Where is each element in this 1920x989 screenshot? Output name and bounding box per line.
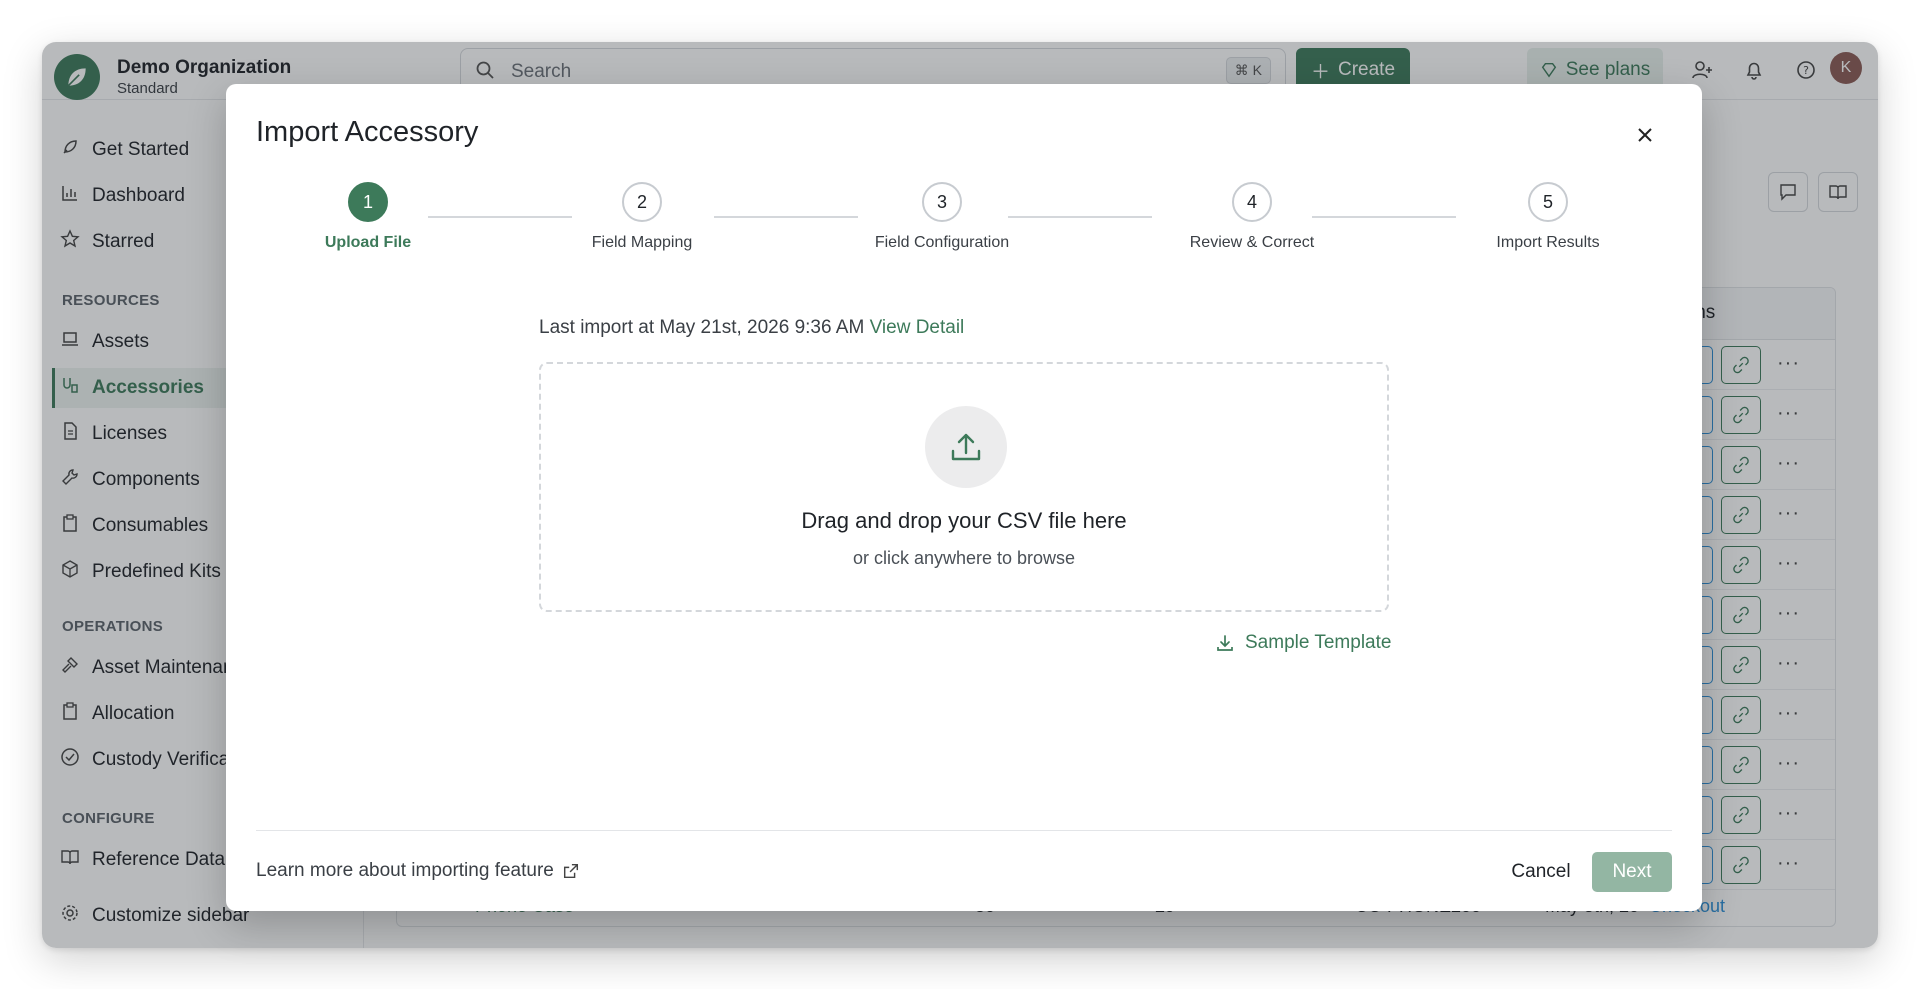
upload-icon [925, 406, 1007, 488]
step-number: 2 [622, 182, 662, 222]
sample-template-label: Sample Template [1245, 632, 1392, 653]
step-number: 1 [348, 182, 388, 222]
step-label: Field Mapping [591, 234, 693, 251]
step-import-results: 5 Import Results [1448, 182, 1648, 252]
cancel-button[interactable]: Cancel [1496, 852, 1586, 892]
last-import-info: Last import at May 21st, 2026 9:36 AM Vi… [539, 317, 964, 339]
step-label: Review & Correct [1189, 234, 1315, 251]
dropzone-subtitle: or click anywhere to browse [852, 548, 1076, 568]
next-button[interactable]: Next [1592, 852, 1672, 892]
last-import-text: Last import at May 21st, 2026 9:36 AM [539, 317, 865, 338]
view-detail-link[interactable]: View Detail [870, 317, 965, 338]
file-dropzone[interactable]: Drag and drop your CSV file here or clic… [539, 362, 1389, 612]
learn-more-link[interactable]: Learn more about importing feature [256, 860, 580, 882]
modal-title: Import Accessory [256, 116, 479, 148]
close-icon[interactable] [1630, 120, 1660, 150]
step-label: Import Results [1496, 234, 1600, 251]
learn-more-label: Learn more about importing feature [256, 860, 554, 881]
external-link-icon [563, 863, 578, 879]
step-number: 5 [1528, 182, 1568, 222]
step-label: Upload File [324, 234, 412, 251]
sample-template-link[interactable]: Sample Template [1215, 632, 1391, 654]
step-field-mapping: 2 Field Mapping [542, 182, 742, 252]
modal-divider [256, 830, 1672, 831]
download-icon [1217, 635, 1233, 651]
step-number: 4 [1232, 182, 1272, 222]
step-review-correct: 4 Review & Correct [1152, 182, 1352, 252]
step-label: Field Configuration [874, 234, 1010, 251]
dropzone-title: Drag and drop your CSV file here [801, 508, 1127, 533]
step-upload-file: 1 Upload File [268, 182, 468, 252]
step-field-configuration: 3 Field Configuration [842, 182, 1042, 252]
step-number: 3 [922, 182, 962, 222]
import-modal: Import Accessory 1 Upload File 2 Field M… [226, 84, 1702, 911]
